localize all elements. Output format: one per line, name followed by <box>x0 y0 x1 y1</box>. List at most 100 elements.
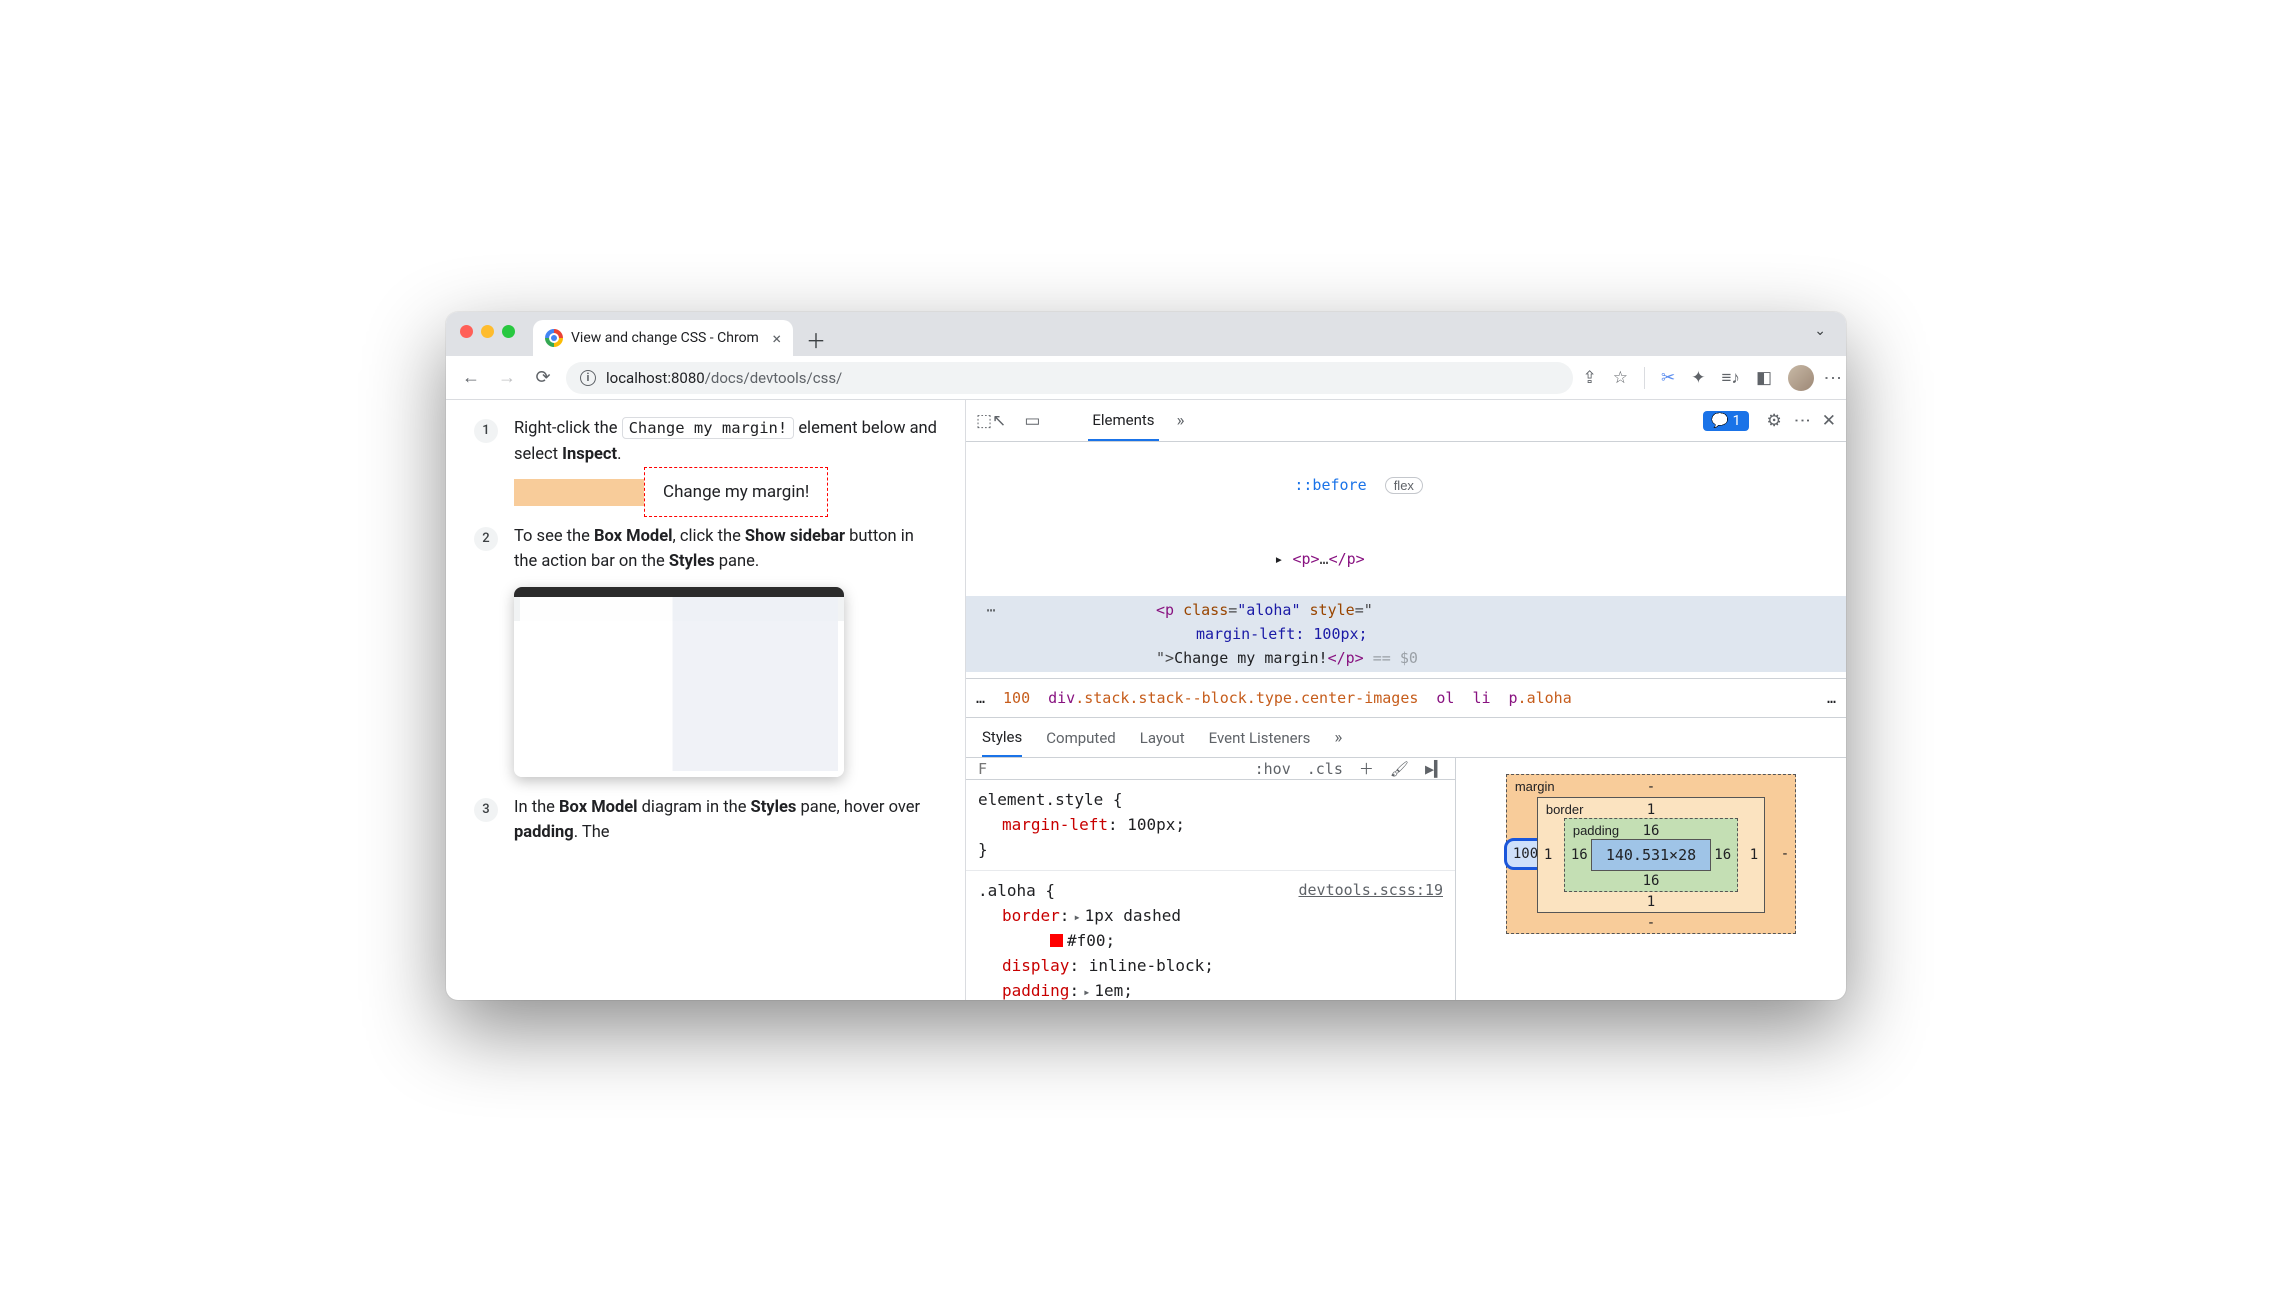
padding-left-value[interactable]: 16 <box>1571 847 1588 863</box>
elements-tab[interactable]: Elements <box>1088 400 1158 441</box>
padding-bottom-value[interactable]: 16 <box>1643 873 1660 889</box>
css-prop[interactable]: padding <box>1002 981 1069 1000</box>
step-2: 2 To see the Box Model, click the Show s… <box>474 524 937 777</box>
styles-filter-bar: :hov .cls ＋ 🖌 ▶▍ <box>966 758 1455 780</box>
show-sidebar-icon[interactable]: ▶▍ <box>1425 760 1443 778</box>
demo-element[interactable]: Change my margin! <box>644 467 828 517</box>
url-text: localhost:8080/docs/devtools/css/ <box>606 369 842 387</box>
crumb-fragment[interactable]: 100 <box>1003 689 1030 707</box>
attr-value: "aloha" <box>1237 601 1300 619</box>
inspect-element-icon[interactable]: ⬚↖ <box>976 411 1006 431</box>
new-tab-button[interactable]: ＋ <box>801 324 831 354</box>
margin-bottom-value[interactable]: - <box>1647 915 1655 931</box>
css-prop[interactable]: display <box>1002 956 1069 975</box>
bookmark-icon[interactable]: ☆ <box>1613 368 1628 388</box>
dom-pseudo-before[interactable]: ::before flex <box>966 448 1846 522</box>
padding-label: padding <box>1573 823 1619 838</box>
styles-tab[interactable]: Styles <box>982 718 1022 757</box>
source-link[interactable]: devtools.scss:19 <box>1299 879 1444 902</box>
flex-pill[interactable]: flex <box>1385 477 1423 494</box>
issues-badge[interactable]: 1 <box>1703 411 1748 431</box>
bold-text: Styles <box>669 552 715 571</box>
paint-icon[interactable]: 🖌 <box>1390 760 1409 778</box>
dom-p-collapsed[interactable]: ▸ <p>…</p> <box>966 522 1846 596</box>
border-bottom-value[interactable]: 1 <box>1647 894 1655 910</box>
step-number: 2 <box>474 527 498 551</box>
color-swatch[interactable] <box>1050 934 1063 947</box>
box-content-size[interactable]: 140.531×28 <box>1591 839 1711 871</box>
css-prop[interactable]: border <box>1002 906 1060 925</box>
address-bar[interactable]: i localhost:8080/docs/devtools/css/ <box>566 362 1573 394</box>
css-value[interactable]: 1px dashed <box>1085 906 1181 925</box>
demo-container: Change my margin! <box>514 479 937 506</box>
more-tabs-icon[interactable]: » <box>1177 411 1185 431</box>
dom-breadcrumb[interactable]: … 100 div.stack.stack--block.type.center… <box>966 678 1846 718</box>
step-text: In the Box Model diagram in the Styles p… <box>514 795 937 846</box>
device-mode-icon[interactable]: ▭ <box>1024 411 1040 431</box>
crumb-li[interactable]: li <box>1472 689 1490 707</box>
dom-selected-element[interactable]: ⋯ <p class="aloha" style=" margin-left: … <box>966 596 1846 672</box>
box-margin[interactable]: margin - - 100 - border 1 1 1 1 paddin <box>1506 774 1796 934</box>
css-value[interactable]: 1em <box>1094 981 1123 1000</box>
reload-button[interactable]: ⟳ <box>530 367 556 388</box>
crumb-p-aloha[interactable]: p.aloha <box>1509 689 1572 707</box>
more-styles-tabs-icon[interactable]: » <box>1334 728 1342 748</box>
settings-icon[interactable]: ⚙ <box>1767 411 1782 431</box>
css-value[interactable]: inline-block <box>1089 956 1205 975</box>
close-devtools-icon[interactable]: ✕ <box>1822 411 1836 431</box>
css-value[interactable]: 100px <box>1127 815 1175 834</box>
margin-top-value[interactable]: - <box>1647 779 1655 795</box>
box-padding[interactable]: padding 16 16 16 16 140.531×28 <box>1564 818 1738 892</box>
event-listeners-tab[interactable]: Event Listeners <box>1209 729 1311 747</box>
crumb-more[interactable]: … <box>1827 689 1836 707</box>
step-text: To see the Box Model, click the Show sid… <box>514 524 937 777</box>
bold-text: Styles <box>751 798 797 817</box>
devtools-menu-icon[interactable]: ⋮ <box>1800 412 1804 429</box>
styles-filter-input[interactable] <box>978 760 1048 778</box>
box-border[interactable]: border 1 1 1 1 padding 16 16 16 16 <box>1537 797 1765 913</box>
reading-list-icon[interactable]: ≡♪ <box>1722 368 1740 388</box>
style-value: margin-left: 100px; <box>1196 625 1368 643</box>
pseudo-before: ::before <box>1294 476 1366 494</box>
crumb-ol[interactable]: ol <box>1436 689 1454 707</box>
border-top-value[interactable]: 1 <box>1647 802 1655 818</box>
side-panel-icon[interactable]: ◧ <box>1756 368 1772 388</box>
cls-toggle[interactable]: .cls <box>1307 760 1343 778</box>
url-path: /docs/devtools/css/ <box>705 369 843 387</box>
browser-tab[interactable]: View and change CSS - Chrom × <box>533 320 793 356</box>
dom-tree[interactable]: ::before flex ▸ <p>…</p> ⋯ <p class="alo… <box>966 442 1846 678</box>
css-prop[interactable]: margin-left <box>1002 815 1108 834</box>
tab-close-button[interactable]: × <box>772 329 781 348</box>
border-left-value[interactable]: 1 <box>1544 847 1552 863</box>
site-info-icon[interactable]: i <box>580 370 596 386</box>
crumb-div[interactable]: div.stack.stack--block.type.center-image… <box>1048 689 1418 707</box>
tab-overflow-button[interactable]: ⌄ <box>1814 323 1826 339</box>
chrome-menu-button[interactable]: ⋮ <box>1830 369 1834 387</box>
bold-text: padding <box>514 823 574 842</box>
fullscreen-window-button[interactable] <box>502 325 515 338</box>
computed-tab[interactable]: Computed <box>1046 729 1116 747</box>
hov-toggle[interactable]: :hov <box>1255 760 1291 778</box>
close-window-button[interactable] <box>460 325 473 338</box>
share-icon[interactable]: ⇪ <box>1583 368 1597 388</box>
rule-element-style[interactable]: element.style { margin-left: 100px; } <box>966 780 1455 871</box>
padding-top-value[interactable]: 16 <box>1643 823 1660 839</box>
padding-right-value[interactable]: 16 <box>1714 847 1731 863</box>
forward-button[interactable]: → <box>494 367 520 388</box>
css-color[interactable]: #f00 <box>1067 931 1106 950</box>
crumb-ellipsis[interactable]: … <box>976 689 985 707</box>
back-button[interactable]: ← <box>458 367 484 388</box>
border-right-value[interactable]: 1 <box>1750 847 1758 863</box>
gutter-ellipsis-icon[interactable]: ⋯ <box>966 598 1016 622</box>
bold-text: Show sidebar <box>745 527 845 546</box>
profile-avatar[interactable] <box>1788 365 1814 391</box>
extensions-icon[interactable]: ✦ <box>1691 368 1705 388</box>
minimize-window-button[interactable] <box>481 325 494 338</box>
layout-tab[interactable]: Layout <box>1140 729 1185 747</box>
new-style-rule-icon[interactable]: ＋ <box>1359 758 1374 779</box>
rule-aloha[interactable]: devtools.scss:19 .aloha { border:▸1px da… <box>966 871 1455 1000</box>
bold-text: Box Model <box>594 527 673 546</box>
margin-right-value[interactable]: - <box>1781 846 1789 862</box>
tab-favicon <box>545 329 563 347</box>
scissors-extension-icon[interactable]: ✂ <box>1661 368 1675 388</box>
